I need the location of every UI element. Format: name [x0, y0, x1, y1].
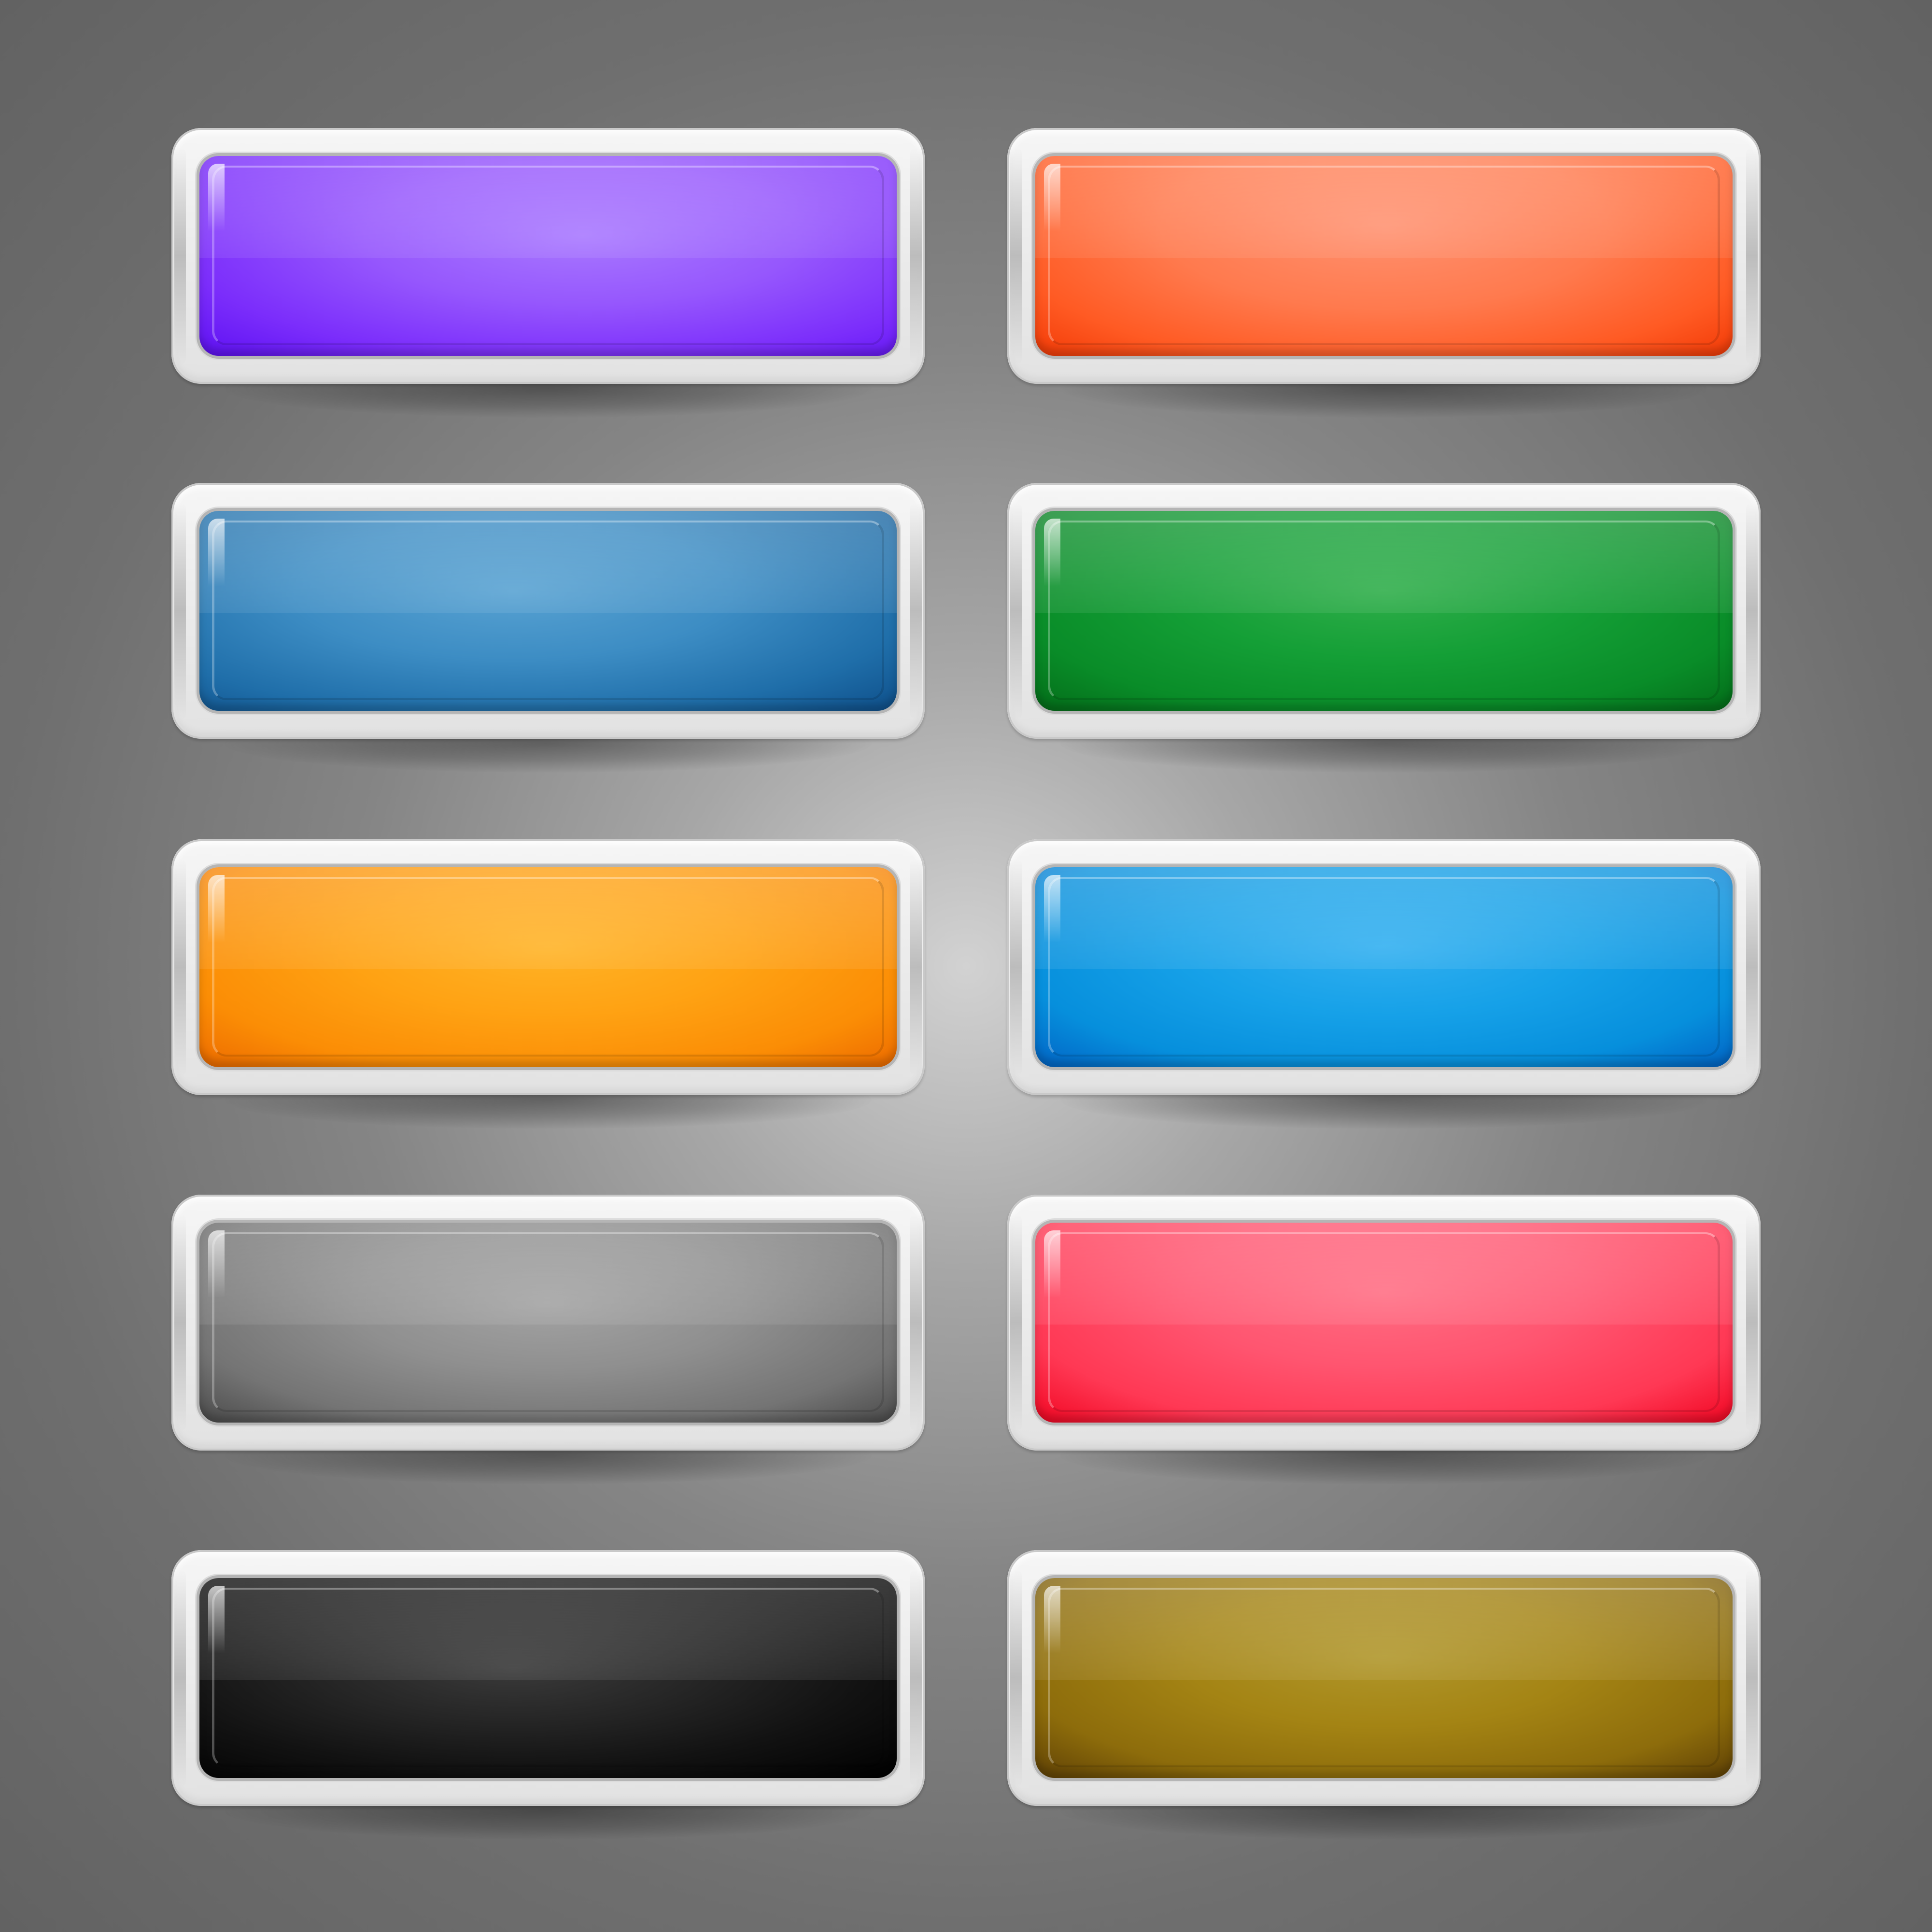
button-face — [1035, 1223, 1733, 1423]
button-face — [1035, 511, 1733, 711]
purple-button[interactable] — [171, 128, 925, 418]
button-face — [1035, 867, 1733, 1067]
gray-button[interactable] — [171, 1195, 925, 1484]
blue-button[interactable] — [171, 483, 925, 773]
black-button[interactable] — [171, 1550, 925, 1840]
button-face — [199, 1578, 897, 1778]
button-face — [199, 156, 897, 356]
button-face — [199, 511, 897, 711]
sky-blue-button[interactable] — [1007, 839, 1761, 1129]
button-face — [1035, 156, 1733, 356]
red-button[interactable] — [1007, 1195, 1761, 1484]
olive-button[interactable] — [1007, 1550, 1761, 1840]
amber-button[interactable] — [171, 839, 925, 1129]
green-button[interactable] — [1007, 483, 1761, 773]
button-face — [199, 867, 897, 1067]
button-face — [1035, 1578, 1733, 1778]
button-face — [199, 1223, 897, 1423]
background — [0, 0, 1932, 1932]
orange-button[interactable] — [1007, 128, 1761, 418]
